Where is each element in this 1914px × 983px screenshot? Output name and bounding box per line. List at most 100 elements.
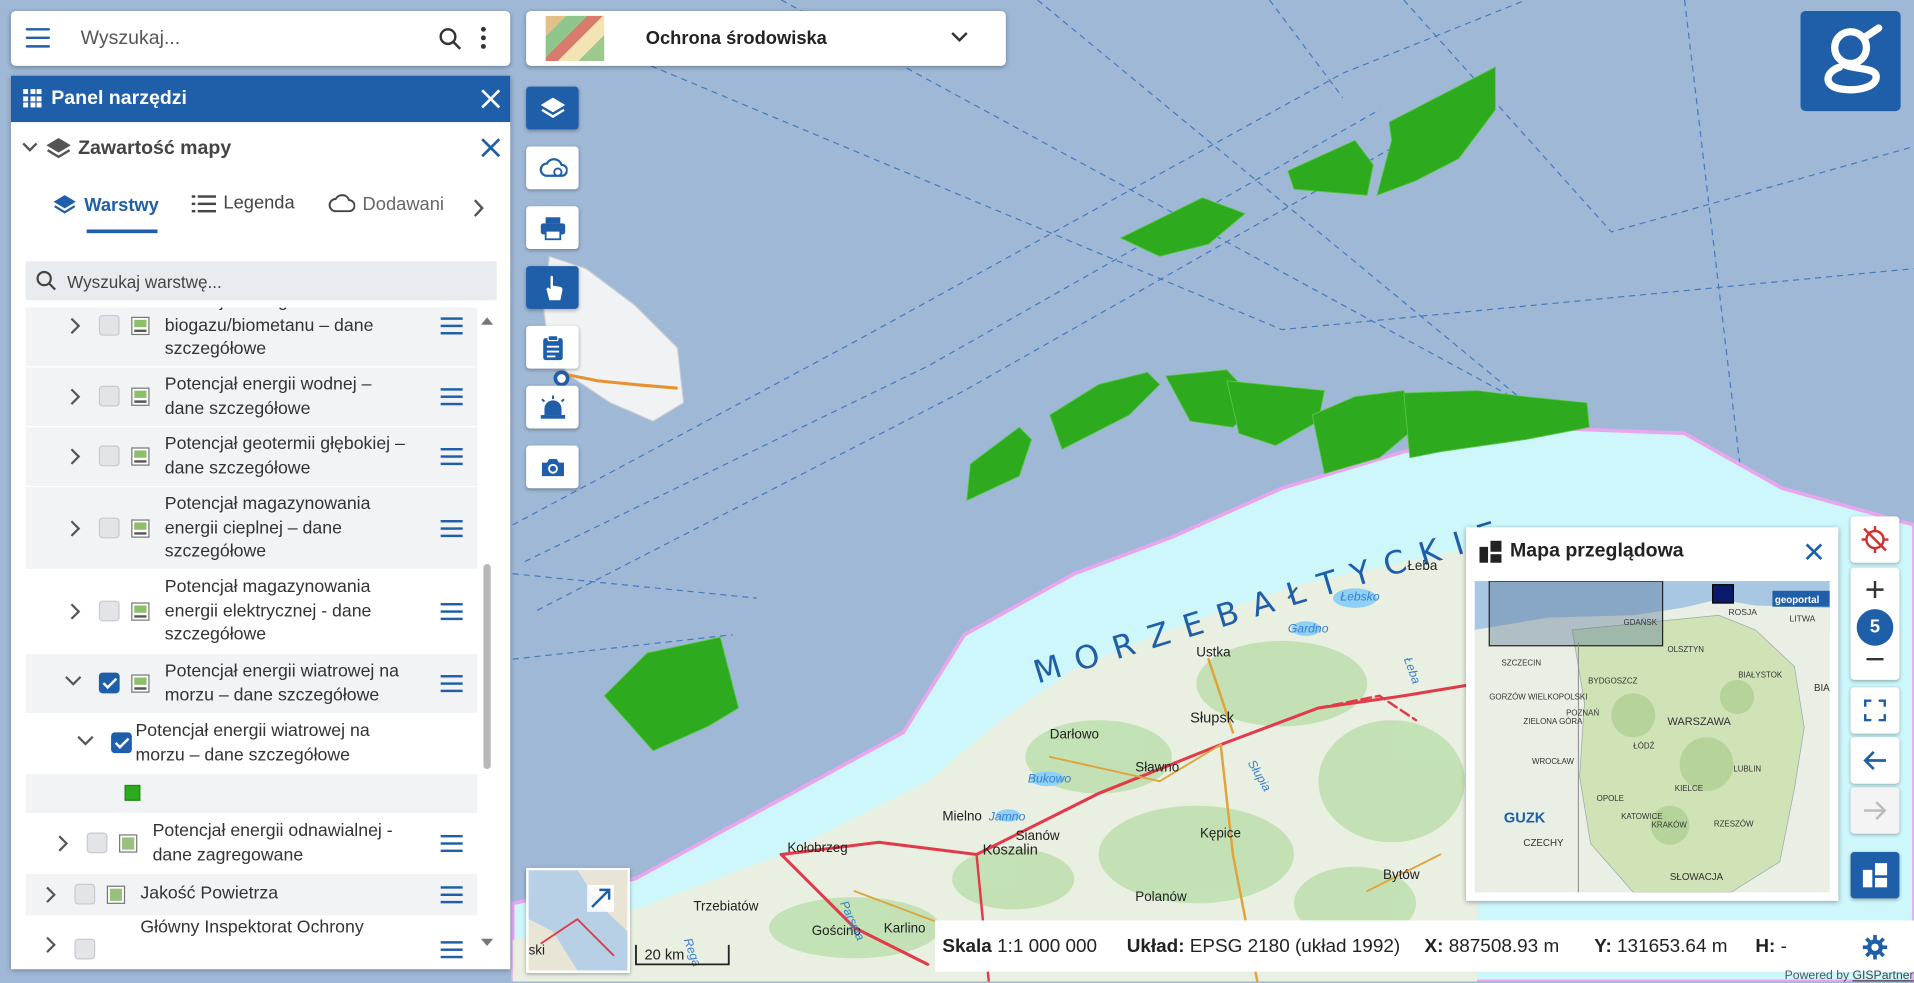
layer-row[interactable]: Potencjał energii wiatrowej na morzu – d… xyxy=(25,654,478,715)
next-view-button[interactable] xyxy=(1850,787,1900,834)
scrollbar-thumb[interactable] xyxy=(483,563,491,770)
close-icon[interactable] xyxy=(479,87,503,111)
town-label: Karlino xyxy=(884,921,926,936)
lake-label: Łebsko xyxy=(1340,590,1380,604)
chevron-right-icon[interactable] xyxy=(472,199,484,217)
layer-row[interactable]: Jakość Powietrza xyxy=(25,874,478,917)
crs-label: Układ: xyxy=(1126,936,1185,958)
add-data-button[interactable] xyxy=(526,146,579,190)
chevron-down-icon[interactable] xyxy=(22,142,38,153)
map-contents-header[interactable]: Zawartość mapy xyxy=(11,122,510,176)
gear-icon[interactable] xyxy=(1862,934,1889,961)
layer-label: Potencjał energii z biogazu/biometanu – … xyxy=(164,308,374,359)
h-label: H: xyxy=(1755,936,1776,958)
layer-menu-icon[interactable] xyxy=(440,317,463,339)
tab-label: Legenda xyxy=(223,192,295,214)
scroll-up-icon[interactable] xyxy=(480,315,495,326)
chevron-right-icon[interactable] xyxy=(70,519,81,537)
crs-value[interactable]: EPSG 2180 (układ 1992) xyxy=(1190,936,1400,957)
layer-checkbox[interactable] xyxy=(98,672,120,694)
hamburger-menu-icon[interactable] xyxy=(25,28,51,49)
layer-checkbox[interactable] xyxy=(74,883,96,905)
overview-map-toggle[interactable] xyxy=(1850,852,1900,899)
layers-tool-button[interactable] xyxy=(526,86,579,130)
search-icon[interactable] xyxy=(438,27,462,51)
chevron-right-icon[interactable] xyxy=(45,936,56,953)
alert-button[interactable] xyxy=(526,385,579,429)
basemap-switcher[interactable]: ski xyxy=(526,867,630,973)
gispartner-link[interactable]: GISPartner xyxy=(1853,969,1914,982)
tab-add-data[interactable]: Dodawani xyxy=(328,193,444,215)
powered-prefix: Powered by xyxy=(1784,969,1853,983)
layer-menu-icon[interactable] xyxy=(440,519,463,541)
layer-search-input[interactable]: Wyszukaj warstwę... xyxy=(25,261,497,301)
layer-menu-icon[interactable] xyxy=(440,941,463,962)
layer-label: Jakość Powietrza xyxy=(140,883,279,904)
chevron-right-icon[interactable] xyxy=(57,835,69,852)
chevron-right-icon[interactable] xyxy=(70,448,81,465)
layer-checkbox[interactable] xyxy=(98,445,120,467)
layer-row[interactable]: Potencjał geotermii głębokiej – dane szc… xyxy=(25,427,478,488)
scroll-down-icon[interactable] xyxy=(480,937,495,948)
chevron-right-icon[interactable] xyxy=(70,388,81,405)
layer-menu-icon[interactable] xyxy=(440,388,463,410)
layer-row[interactable]: Główny Inspektorat Ochrony xyxy=(25,916,478,962)
layer-checkbox[interactable] xyxy=(98,314,120,336)
layer-row[interactable]: Potencjał magazynowania energii elektryc… xyxy=(25,570,478,655)
geoportal-logo[interactable] xyxy=(1800,10,1901,112)
powered-by-text: Powered by GISPartner xyxy=(1785,969,1914,982)
layer-checkbox[interactable] xyxy=(98,600,120,622)
search-icon xyxy=(36,270,56,291)
legend-swatch xyxy=(124,784,141,801)
layer-menu-icon[interactable] xyxy=(440,834,463,857)
layer-row[interactable]: Potencjał energii odnawialnej - dane zag… xyxy=(25,814,478,875)
overview-map[interactable]: GDAŃSK ROSJA LITWA SZCZECIN BYDGOSZCZ OL… xyxy=(1474,581,1830,893)
zoom-out-icon[interactable] xyxy=(1865,657,1885,662)
locate-button[interactable] xyxy=(1850,516,1900,563)
close-icon[interactable] xyxy=(1804,542,1824,562)
search-input[interactable]: Wyszukaj... xyxy=(81,28,181,50)
location-off-icon xyxy=(1861,526,1889,553)
layer-checkbox[interactable] xyxy=(74,938,96,960)
layer-checkbox[interactable] xyxy=(86,832,108,854)
layer-menu-icon[interactable] xyxy=(440,603,463,625)
screenshot-button[interactable] xyxy=(526,445,579,489)
previous-view-button[interactable] xyxy=(1850,737,1900,784)
zoom-in-icon[interactable] xyxy=(1865,580,1885,600)
chevron-down-icon[interactable] xyxy=(77,735,94,746)
apps-grid-icon xyxy=(23,89,42,108)
town-label: Mielno xyxy=(942,808,981,823)
print-button[interactable] xyxy=(526,206,579,250)
sublayer-row[interactable]: Potencjał energii wiatrowej na morzu – d… xyxy=(25,714,478,774)
layer-checkbox[interactable] xyxy=(98,516,120,538)
scale-value[interactable]: 1:1 000 000 xyxy=(997,936,1097,957)
list-icon xyxy=(191,194,217,212)
overview-city-label: LITWA xyxy=(1790,613,1816,623)
chevron-right-icon[interactable] xyxy=(45,886,56,903)
layer-menu-icon[interactable] xyxy=(440,675,463,697)
wms-layer-icon xyxy=(131,447,150,466)
tab-layers[interactable]: Warstwy xyxy=(52,193,159,217)
overview-city-label: CZECHY xyxy=(1523,838,1564,849)
layer-menu-icon[interactable] xyxy=(440,447,463,470)
identify-tool-button[interactable] xyxy=(526,266,579,309)
fullscreen-button[interactable] xyxy=(1850,687,1900,734)
layer-menu-icon[interactable] xyxy=(440,886,463,908)
layer-checkbox[interactable] xyxy=(98,385,120,407)
layer-row[interactable]: Potencjał magazynowania energii cieplnej… xyxy=(25,487,478,571)
more-options-icon[interactable] xyxy=(480,26,486,53)
overview-city-label: LUBLIN xyxy=(1733,764,1761,773)
chevron-down-icon[interactable] xyxy=(65,675,82,686)
scale-label: Skala xyxy=(942,936,992,958)
notes-button[interactable] xyxy=(526,325,579,369)
cloud-add-icon xyxy=(328,194,356,213)
tab-legend[interactable]: Legenda xyxy=(191,192,295,214)
layer-row[interactable]: Potencjał energii z biogazu/biometanu – … xyxy=(25,307,478,368)
chevron-right-icon[interactable] xyxy=(70,603,81,620)
layer-row[interactable]: Potencjał energii wodnej – dane szczegół… xyxy=(25,367,478,428)
layer-label: Potencjał magazynowania energii cieplnej… xyxy=(164,494,371,562)
close-icon[interactable] xyxy=(480,137,502,159)
theme-selector[interactable]: Ochrona środowiska xyxy=(526,10,1006,66)
chevron-right-icon[interactable] xyxy=(70,317,81,335)
sublayer-checkbox[interactable] xyxy=(111,732,132,754)
